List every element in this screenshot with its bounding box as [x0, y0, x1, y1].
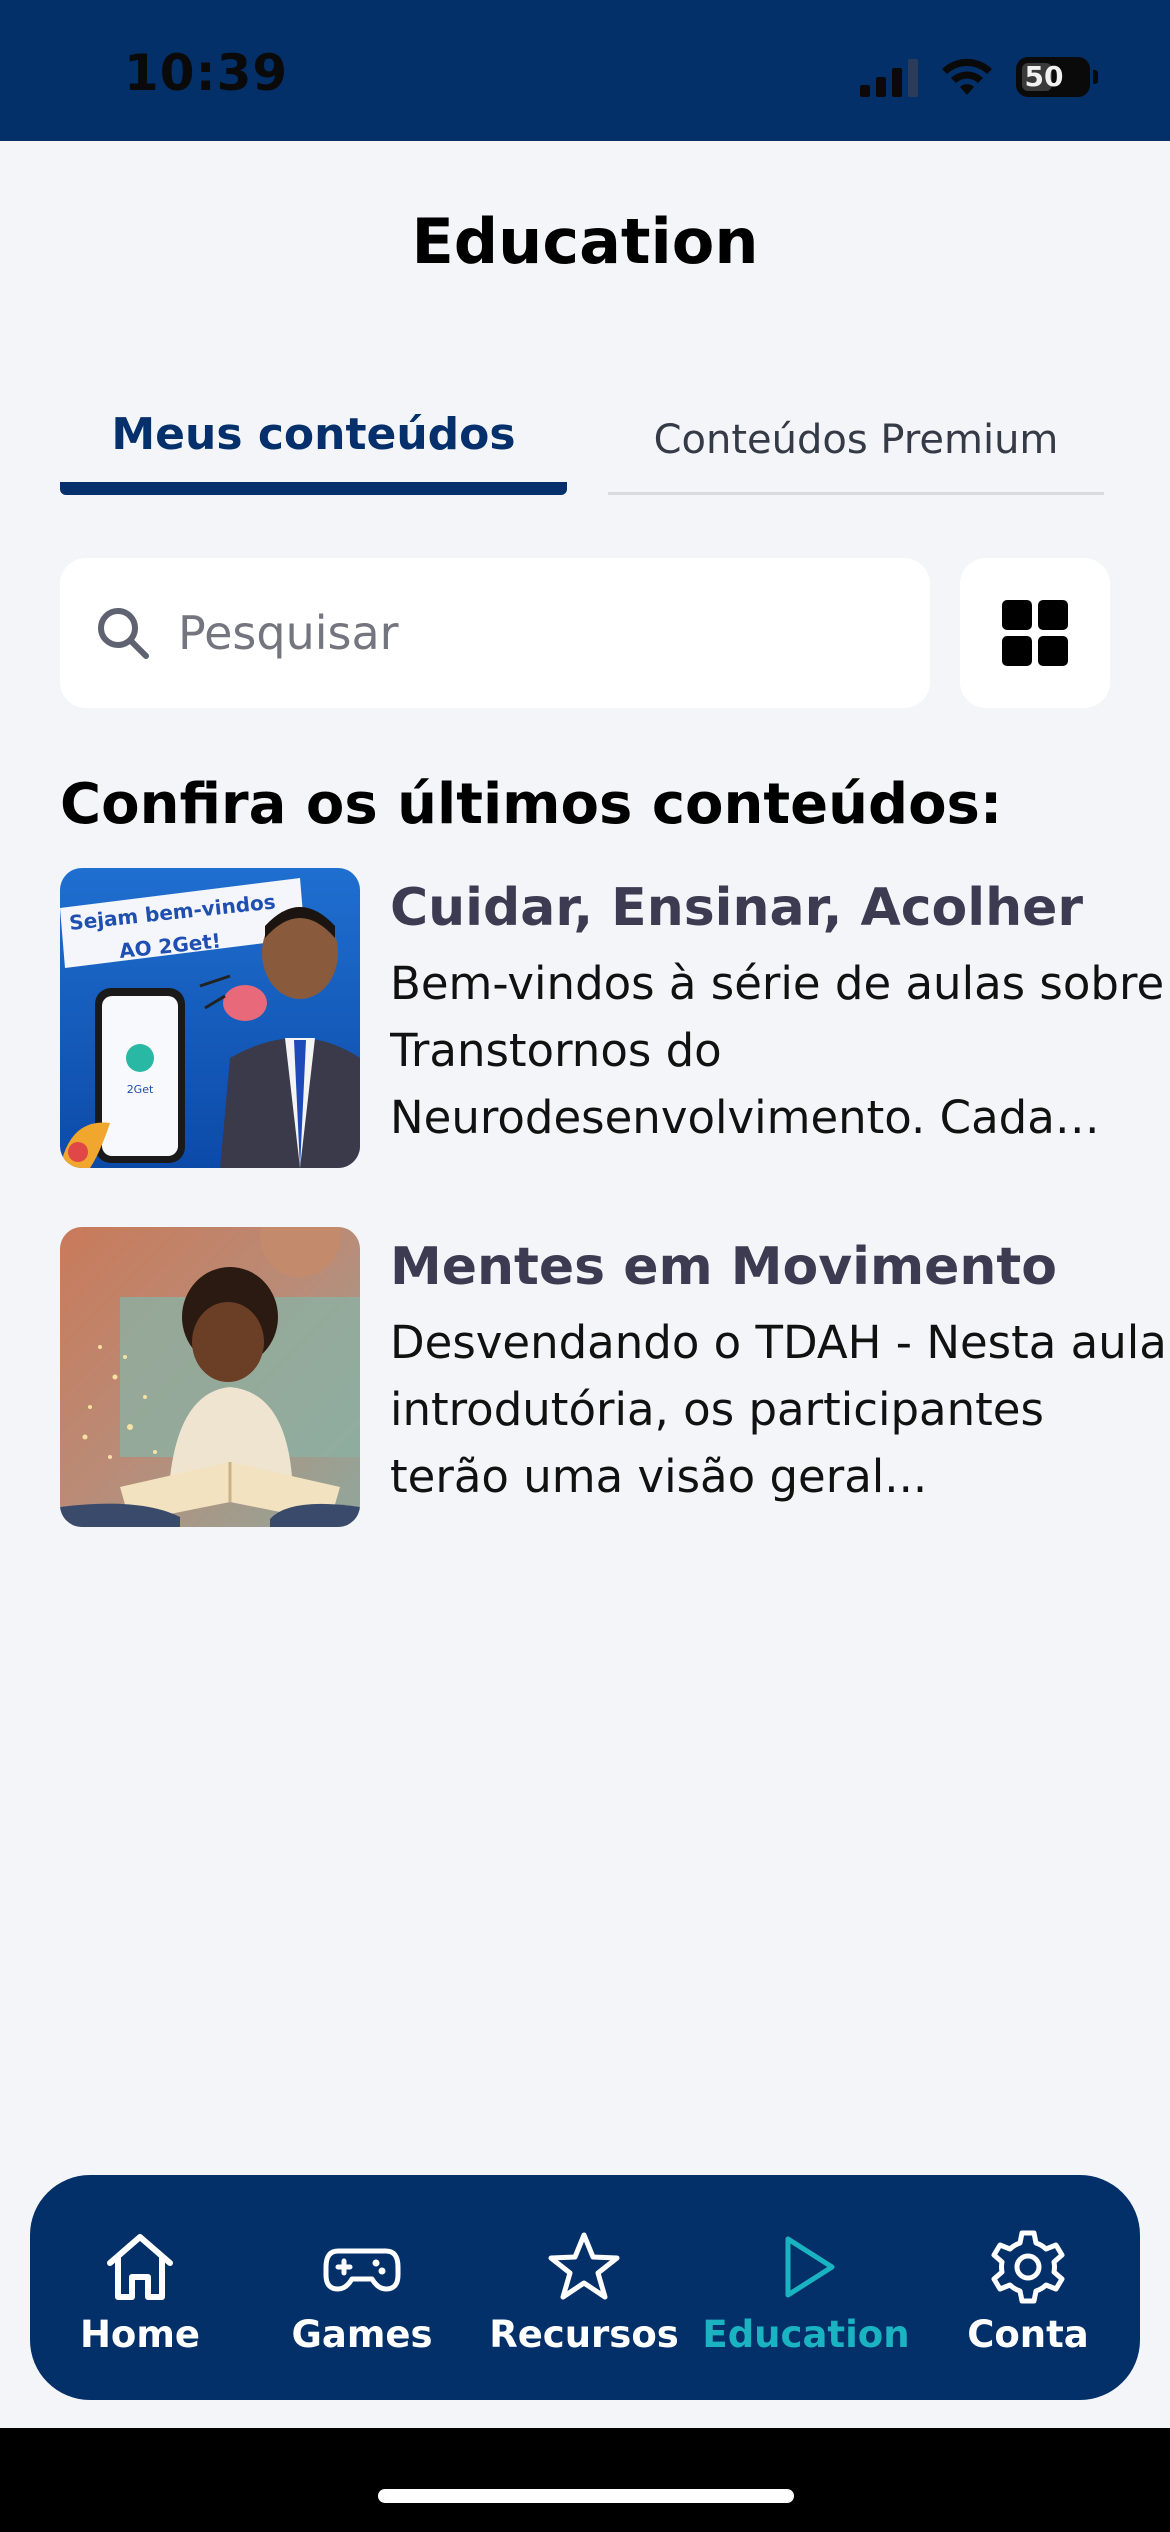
grid-view-button[interactable] — [960, 558, 1110, 708]
status-time: 10:39 — [124, 44, 289, 102]
content-card-cuidar-ensinar-acolher[interactable]: Sejam bem-vindos AO 2Get! 2Get Cuidar, E… — [60, 868, 1164, 1168]
home-indicator-area — [0, 2428, 1170, 2532]
nav-item-home[interactable]: Home — [30, 2175, 250, 2400]
nav-item-recursos[interactable]: Recursos — [474, 2175, 694, 2400]
gear-icon — [991, 2230, 1065, 2304]
nav-item-education[interactable]: Education — [696, 2175, 916, 2400]
content-description: Desvendando o TDAH - Nesta aula introdut… — [390, 1316, 1167, 1503]
star-icon — [548, 2232, 620, 2300]
content-title: Cuidar, Ensinar, Acolher — [390, 878, 1084, 938]
content-thumbnail — [60, 1227, 360, 1527]
play-icon — [785, 2236, 835, 2298]
nav-label-conta: Conta — [967, 2313, 1089, 2356]
nav-label-recursos: Recursos — [489, 2313, 679, 2356]
nav-label-home: Home — [79, 2313, 201, 2356]
tab-meus-conteudos[interactable]: Meus conteúdos — [60, 405, 567, 495]
nav-item-games[interactable]: Games — [252, 2175, 472, 2400]
gamepad-icon — [323, 2248, 401, 2292]
page-title: Education — [411, 205, 759, 278]
status-bar: 10:39 50 — [0, 0, 1170, 141]
tab-conteudos-premium[interactable]: Conteúdos Premium — [608, 405, 1104, 495]
content-card-mentes-em-movimento[interactable]: Mentes em Movimento Desvendando o TDAH -… — [60, 1227, 1167, 1527]
content-description: Bem-vindos à série de aulas sobre Transt… — [390, 957, 1165, 1144]
battery-icon: 50 — [1016, 57, 1098, 97]
nav-item-conta[interactable]: Conta — [918, 2175, 1138, 2400]
bottom-nav: Home Games Recursos Education Conta — [30, 2175, 1140, 2400]
section-heading: Confira os últimos conteúdos: — [60, 772, 1003, 837]
nav-label-games: Games — [291, 2313, 433, 2356]
search-icon — [98, 608, 149, 659]
wifi-icon — [942, 58, 992, 95]
grid-icon — [1002, 600, 1068, 666]
content-title: Mentes em Movimento — [390, 1237, 1058, 1297]
home-icon — [107, 2234, 173, 2300]
status-icons: 50 — [860, 52, 1098, 102]
signal-icon — [860, 59, 918, 97]
nav-label-education: Education — [702, 2313, 910, 2356]
search-box[interactable] — [60, 558, 930, 708]
home-indicator[interactable] — [378, 2489, 794, 2503]
search-input[interactable] — [178, 598, 838, 668]
content-thumbnail: Sejam bem-vindos AO 2Get! 2Get — [60, 868, 360, 1168]
svg-text:2Get: 2Get — [127, 1083, 154, 1096]
battery-level: 50 — [1024, 60, 1064, 93]
